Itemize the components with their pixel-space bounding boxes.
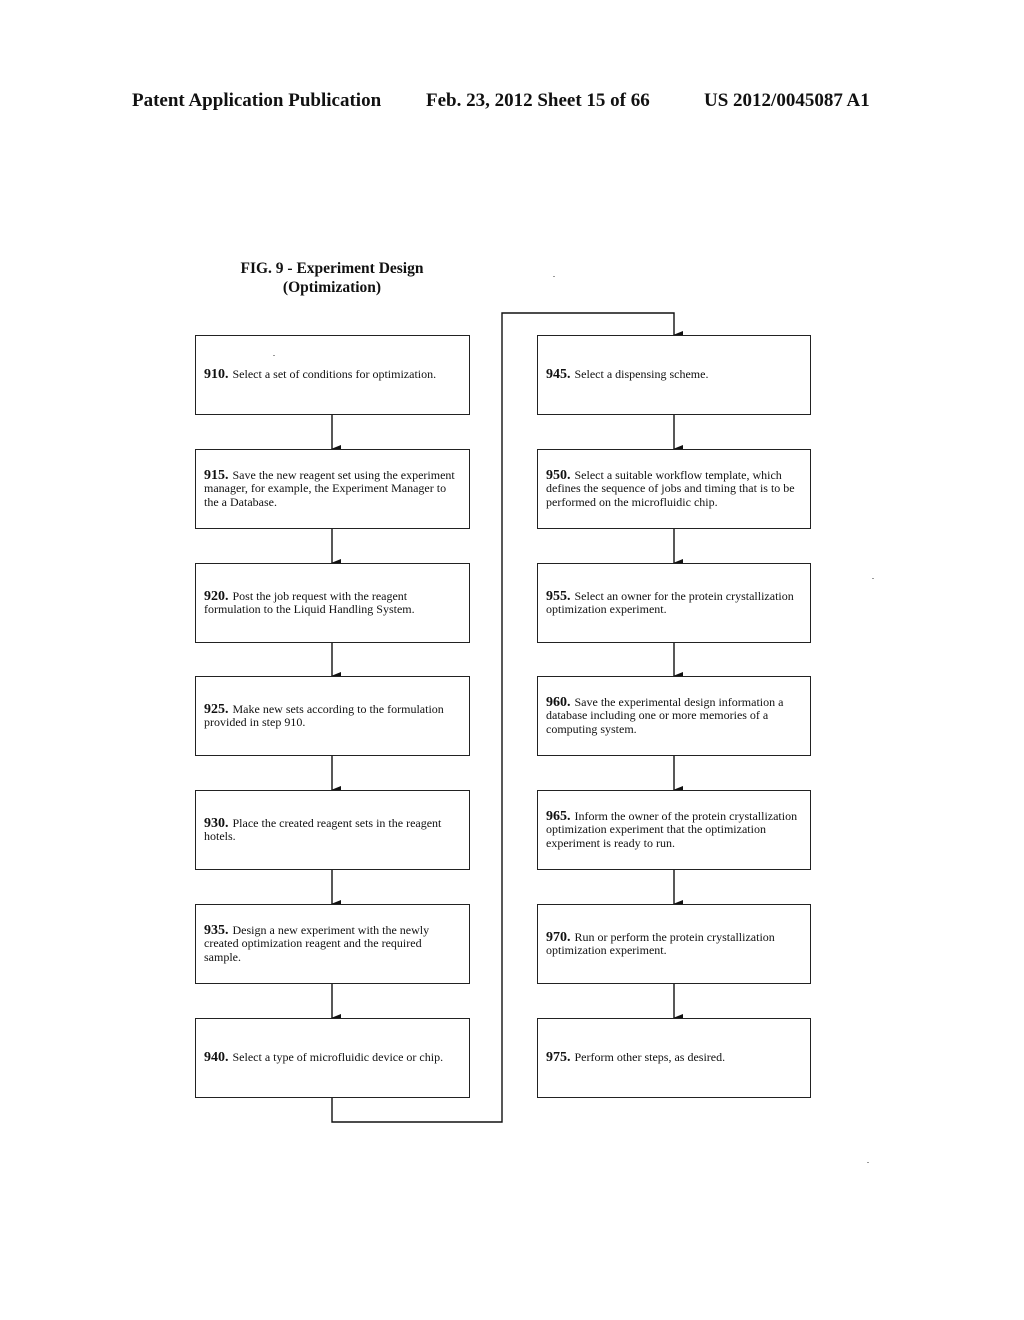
- step-description: Make new sets according to the formulati…: [204, 701, 444, 729]
- step-text: 945. Select a dispensing scheme.: [546, 368, 708, 382]
- flowchart-step-box: 915. Save the new reagent set using the e…: [195, 449, 470, 529]
- flowchart-step-box: 940. Select a type of microfluidic device…: [195, 1018, 470, 1098]
- flowchart-step-box: 960. Save the experimental design informa…: [537, 676, 811, 756]
- flowchart-step-box: 950. Select a suitable workflow template,…: [537, 449, 811, 529]
- step-text: 915. Save the new reagent set using the e…: [204, 467, 461, 510]
- flowchart-step-box: 930. Place the created reagent sets in th…: [195, 790, 470, 870]
- step-text: 930. Place the created reagent sets in th…: [204, 815, 461, 844]
- flowchart-step-box: 965. Inform the owner of the protein crys…: [537, 790, 811, 870]
- step-description: Save the experimental design information…: [546, 694, 784, 736]
- flowchart-step-box: 945. Select a dispensing scheme.: [537, 335, 811, 415]
- flowchart-step-box: 920. Post the job request with the reagen…: [195, 563, 470, 643]
- step-number: 940.: [204, 1050, 229, 1066]
- step-description: Inform the owner of the protein crystall…: [546, 808, 798, 850]
- step-description: Design a new experiment with the newly c…: [204, 922, 430, 964]
- step-description: Select a dispensing scheme.: [574, 367, 709, 382]
- flowchart-step-box: 910. Select a set of conditions for optim…: [195, 335, 470, 415]
- step-text: 960. Save the experimental design informa…: [546, 694, 802, 737]
- step-text: 965. Inform the owner of the protein crys…: [546, 808, 802, 851]
- step-description: Save the new reagent set using the exper…: [204, 467, 455, 509]
- scan-speck: [872, 578, 874, 579]
- scan-speck: [867, 1162, 869, 1163]
- flowchart-step-box: 975. Perform other steps, as desired.: [537, 1018, 811, 1098]
- step-description: Run or perform the protein crystallizati…: [546, 929, 775, 957]
- step-number: 910.: [204, 367, 229, 383]
- step-text: 940. Select a type of microfluidic device…: [204, 1051, 443, 1065]
- step-description: Select an owner for the protein crystall…: [546, 588, 794, 616]
- step-text: 970. Run or perform the protein crystalli…: [546, 929, 802, 958]
- step-description: Select a suitable workflow template, whi…: [546, 467, 795, 509]
- step-description: Perform other steps, as desired.: [574, 1050, 726, 1065]
- step-text: 910. Select a set of conditions for optim…: [204, 368, 436, 382]
- step-text: 975. Perform other steps, as desired.: [546, 1051, 725, 1065]
- flowchart-step-box: 955. Select an owner for the protein crys…: [537, 563, 811, 643]
- step-description: Select a set of conditions for optimizat…: [232, 367, 437, 382]
- scan-speck: [273, 355, 275, 356]
- step-number: 945.: [546, 367, 571, 383]
- step-description: Post the job request with the reagent fo…: [204, 588, 415, 616]
- step-text: 920. Post the job request with the reagen…: [204, 588, 461, 617]
- step-number: 975.: [546, 1050, 571, 1066]
- flowchart-step-box: 935. Design a new experiment with the new…: [195, 904, 470, 984]
- step-text: 925. Make new sets according to the formu…: [204, 701, 461, 730]
- flowchart-step-box: 925. Make new sets according to the formu…: [195, 676, 470, 756]
- step-text: 950. Select a suitable workflow template,…: [546, 467, 802, 510]
- flowchart-step-box: 970. Run or perform the protein crystalli…: [537, 904, 811, 984]
- step-description: Select a type of microfluidic device or …: [232, 1050, 444, 1065]
- step-text: 955. Select an owner for the protein crys…: [546, 588, 802, 617]
- step-text: 935. Design a new experiment with the new…: [204, 922, 461, 965]
- scan-speck: [553, 276, 555, 277]
- step-description: Place the created reagent sets in the re…: [204, 815, 442, 843]
- flowchart-connectors: [331, 312, 683, 1123]
